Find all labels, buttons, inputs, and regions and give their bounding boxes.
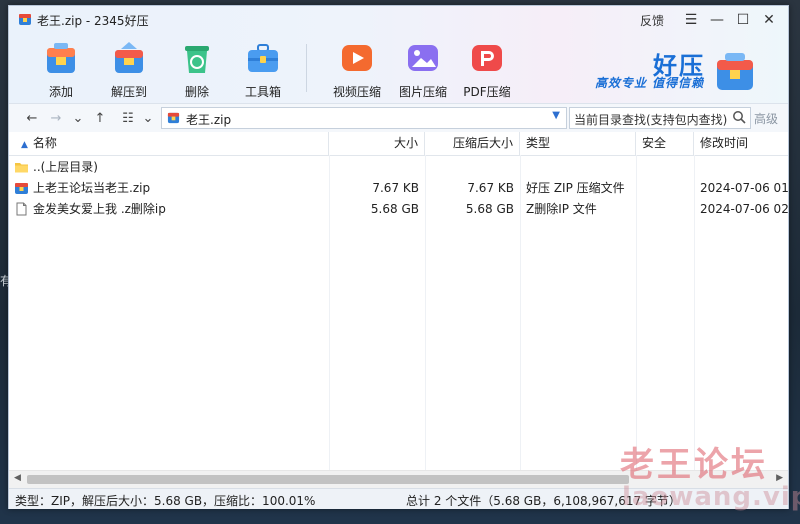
row-security	[636, 199, 694, 219]
toolbox-icon	[248, 44, 278, 72]
table-row[interactable]: 金发美女爱上我 .z删除ip 5.68 GB 5.68 GB Z删除IP 文件 …	[9, 199, 788, 219]
row-type: Z删除IP 文件	[526, 202, 597, 216]
app-logo-icon	[19, 14, 31, 25]
toolbar-separator	[306, 44, 307, 92]
minimize-button[interactable]: —	[704, 10, 730, 30]
scroll-left-icon[interactable]: ◀	[14, 473, 21, 483]
watermark-title: 老王论坛	[620, 445, 768, 485]
row-type: 好压 ZIP 压缩文件	[526, 181, 625, 195]
feedback-link[interactable]: 反馈	[640, 12, 664, 29]
pdf-compress-icon	[472, 45, 502, 71]
view-mode-button[interactable]: ☷	[119, 109, 137, 127]
zip-archive-icon	[167, 112, 180, 124]
row-security	[636, 157, 694, 177]
toolbox-label: 工具箱	[244, 85, 281, 99]
column-name[interactable]: ▲ 名称	[9, 132, 329, 155]
row-modified	[694, 157, 788, 177]
title-controls: 反馈 ☰ — ☐ ✕	[640, 10, 782, 30]
row-packed-size	[425, 157, 520, 177]
delete-label: 删除	[184, 85, 209, 99]
delete-button[interactable]: 删除	[165, 34, 229, 100]
row-name: 上老王论坛当老王.zip	[33, 181, 151, 195]
address-bar: ← → ⌄ ↑ ☷ ⌄ 老王.zip ▼ 当前目录查找(支持包内查找) 高级	[9, 103, 788, 133]
search-icon[interactable]	[732, 110, 746, 124]
extract-to-icon	[115, 42, 143, 73]
add-label: 添加	[48, 85, 73, 99]
video-compress-icon	[342, 45, 372, 71]
video-compress-button[interactable]: 视频压缩	[325, 34, 389, 100]
row-name: ..(上层目录)	[33, 160, 98, 174]
toolbox-button[interactable]: 工具箱	[231, 34, 295, 100]
scrollbar-thumb[interactable]	[27, 475, 629, 484]
brand-slogan: 高效专业 值得信赖	[595, 76, 705, 90]
header-area: 老王.zip - 2345好压 反馈 ☰ — ☐ ✕ 添加 解压到 删除 工具箱…	[9, 6, 788, 103]
file-list: ▲ 名称 大小 压缩后大小 类型 安全 修改时间 ..(上层目录) 上老王论坛当…	[9, 132, 788, 470]
advanced-search-link[interactable]: 高级	[754, 110, 778, 127]
row-security	[636, 178, 694, 198]
table-row[interactable]: ..(上层目录)	[9, 157, 788, 177]
watermark-url: laowang.vip	[622, 482, 800, 512]
brand-archive-icon	[717, 53, 753, 90]
app-window: 老王.zip - 2345好压 反馈 ☰ — ☐ ✕ 添加 解压到 删除 工具箱…	[8, 5, 789, 509]
recycle-delete-icon	[185, 46, 209, 73]
add-button[interactable]: 添加	[29, 34, 93, 100]
view-mode-dropdown[interactable]: ⌄	[139, 109, 157, 127]
row-modified: 2024-07-06 02:0	[700, 202, 788, 216]
back-button[interactable]: ←	[23, 109, 41, 127]
current-path: 老王.zip	[186, 113, 232, 127]
pdf-compress-button[interactable]: PDF压缩	[455, 34, 519, 100]
column-packed-size[interactable]: 压缩后大小	[425, 132, 520, 155]
menu-button[interactable]: ☰	[678, 10, 704, 30]
row-packed-size: 7.67 KB	[467, 181, 514, 195]
row-size	[329, 157, 425, 177]
video-compress-label: 视频压缩	[332, 85, 381, 99]
title-bar: 老王.zip - 2345好压 反馈 ☰ — ☐ ✕	[9, 6, 788, 32]
history-dropdown[interactable]: ⌄	[69, 109, 87, 127]
path-field[interactable]: 老王.zip ▼	[161, 107, 567, 129]
search-input[interactable]: 当前目录查找(支持包内查找)	[569, 107, 751, 129]
window-title: 老王.zip - 2345好压	[37, 14, 149, 28]
column-size[interactable]: 大小	[329, 132, 425, 155]
sort-up-icon: ▲	[21, 140, 28, 150]
up-level-button[interactable]: ↑	[91, 109, 109, 127]
add-archive-icon	[47, 43, 75, 73]
row-size: 7.67 KB	[372, 181, 419, 195]
image-compress-label: 图片压缩	[398, 85, 447, 99]
image-compress-button[interactable]: 图片压缩	[391, 34, 455, 100]
row-size: 5.68 GB	[370, 202, 419, 216]
forward-button[interactable]: →	[47, 109, 65, 127]
extract-to-button[interactable]: 解压到	[97, 34, 161, 100]
maximize-button[interactable]: ☐	[730, 10, 756, 30]
row-modified: 2024-07-06 01:	[700, 181, 788, 195]
path-dropdown-icon[interactable]: ▼	[552, 110, 560, 121]
column-type[interactable]: 类型	[520, 132, 636, 155]
search-placeholder: 当前目录查找(支持包内查找)	[574, 113, 728, 127]
image-compress-icon	[408, 45, 438, 71]
column-modified[interactable]: 修改时间	[694, 132, 788, 155]
column-header: ▲ 名称 大小 压缩后大小 类型 安全 修改时间	[9, 132, 788, 156]
close-button[interactable]: ✕	[756, 10, 782, 30]
row-packed-size: 5.68 GB	[465, 202, 514, 216]
table-row[interactable]: 上老王论坛当老王.zip 7.67 KB 7.67 KB 好压 ZIP 压缩文件…	[9, 178, 788, 198]
column-security[interactable]: 安全	[636, 132, 694, 155]
row-name: 金发美女爱上我 .z删除ip	[33, 202, 166, 216]
extract-to-label: 解压到	[110, 85, 147, 99]
row-type	[520, 157, 636, 177]
pdf-compress-label: PDF压缩	[463, 85, 511, 99]
brand-banner: 好压 高效专业 值得信赖	[593, 44, 783, 100]
archive-info: 类型：ZIP，解压后大小：5.68 GB，压缩比：100.01%	[15, 494, 316, 508]
